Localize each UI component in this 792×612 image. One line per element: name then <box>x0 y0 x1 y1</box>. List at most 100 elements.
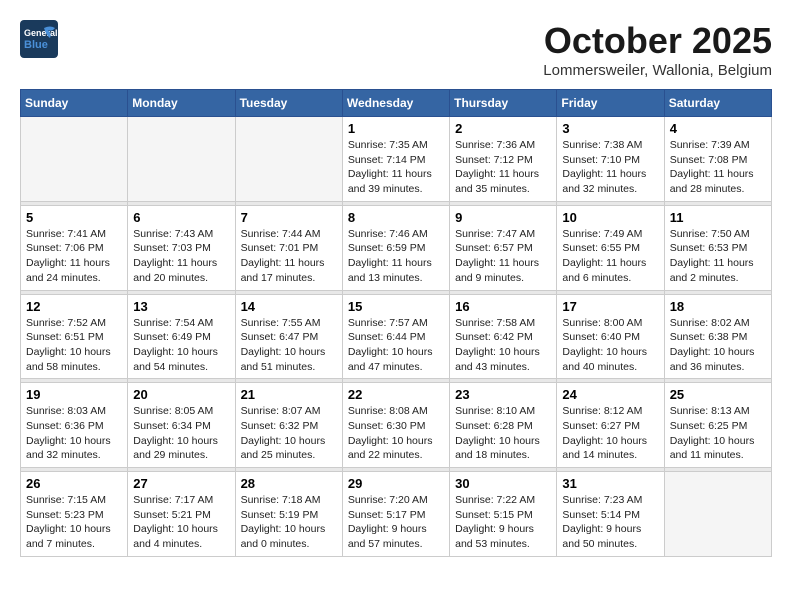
day-info: Sunrise: 8:02 AMSunset: 6:38 PMDaylight:… <box>670 316 766 375</box>
weekday-header-saturday: Saturday <box>664 90 771 117</box>
weekday-header-row: SundayMondayTuesdayWednesdayThursdayFrid… <box>21 90 772 117</box>
day-number: 5 <box>26 210 122 225</box>
day-info: Sunrise: 7:52 AMSunset: 6:51 PMDaylight:… <box>26 316 122 375</box>
calendar-week-row-3: 19 Sunrise: 8:03 AMSunset: 6:36 PMDayligh… <box>21 383 772 468</box>
calendar-cell: 11 Sunrise: 7:50 AMSunset: 6:53 PMDayligh… <box>664 205 771 290</box>
weekday-header-wednesday: Wednesday <box>342 90 449 117</box>
day-number: 31 <box>562 476 658 491</box>
day-info: Sunrise: 7:20 AMSunset: 5:17 PMDaylight:… <box>348 493 444 552</box>
day-info: Sunrise: 8:07 AMSunset: 6:32 PMDaylight:… <box>241 404 337 463</box>
calendar-cell: 2 Sunrise: 7:36 AMSunset: 7:12 PMDaylight… <box>450 117 557 202</box>
calendar-table: SundayMondayTuesdayWednesdayThursdayFrid… <box>20 89 772 557</box>
calendar-cell: 29 Sunrise: 7:20 AMSunset: 5:17 PMDayligh… <box>342 472 449 557</box>
day-number: 11 <box>670 210 766 225</box>
calendar-cell: 6 Sunrise: 7:43 AMSunset: 7:03 PMDaylight… <box>128 205 235 290</box>
day-number: 1 <box>348 121 444 136</box>
day-number: 9 <box>455 210 551 225</box>
calendar-week-row-1: 5 Sunrise: 7:41 AMSunset: 7:06 PMDaylight… <box>21 205 772 290</box>
day-info: Sunrise: 8:03 AMSunset: 6:36 PMDaylight:… <box>26 404 122 463</box>
logo-icon: General Blue <box>20 20 58 58</box>
location: Lommersweiler, Wallonia, Belgium <box>543 62 772 79</box>
day-info: Sunrise: 7:35 AMSunset: 7:14 PMDaylight:… <box>348 138 444 197</box>
day-info: Sunrise: 7:58 AMSunset: 6:42 PMDaylight:… <box>455 316 551 375</box>
day-info: Sunrise: 7:43 AMSunset: 7:03 PMDaylight:… <box>133 227 229 286</box>
day-number: 22 <box>348 387 444 402</box>
day-number: 10 <box>562 210 658 225</box>
day-info: Sunrise: 7:54 AMSunset: 6:49 PMDaylight:… <box>133 316 229 375</box>
day-number: 20 <box>133 387 229 402</box>
calendar-week-row-0: 1 Sunrise: 7:35 AMSunset: 7:14 PMDaylight… <box>21 117 772 202</box>
day-info: Sunrise: 7:41 AMSunset: 7:06 PMDaylight:… <box>26 227 122 286</box>
day-info: Sunrise: 7:46 AMSunset: 6:59 PMDaylight:… <box>348 227 444 286</box>
weekday-header-sunday: Sunday <box>21 90 128 117</box>
day-info: Sunrise: 8:00 AMSunset: 6:40 PMDaylight:… <box>562 316 658 375</box>
logo: General Blue <box>20 20 58 58</box>
day-number: 15 <box>348 299 444 314</box>
day-info: Sunrise: 8:12 AMSunset: 6:27 PMDaylight:… <box>562 404 658 463</box>
day-number: 13 <box>133 299 229 314</box>
calendar-cell: 7 Sunrise: 7:44 AMSunset: 7:01 PMDaylight… <box>235 205 342 290</box>
month-title: October 2025 <box>543 20 772 62</box>
day-info: Sunrise: 7:47 AMSunset: 6:57 PMDaylight:… <box>455 227 551 286</box>
calendar-cell: 18 Sunrise: 8:02 AMSunset: 6:38 PMDayligh… <box>664 294 771 379</box>
day-number: 3 <box>562 121 658 136</box>
day-info: Sunrise: 7:44 AMSunset: 7:01 PMDaylight:… <box>241 227 337 286</box>
day-info: Sunrise: 7:36 AMSunset: 7:12 PMDaylight:… <box>455 138 551 197</box>
day-number: 21 <box>241 387 337 402</box>
day-info: Sunrise: 7:50 AMSunset: 6:53 PMDaylight:… <box>670 227 766 286</box>
day-info: Sunrise: 7:57 AMSunset: 6:44 PMDaylight:… <box>348 316 444 375</box>
day-info: Sunrise: 7:49 AMSunset: 6:55 PMDaylight:… <box>562 227 658 286</box>
calendar-cell <box>21 117 128 202</box>
day-info: Sunrise: 7:38 AMSunset: 7:10 PMDaylight:… <box>562 138 658 197</box>
calendar-cell: 8 Sunrise: 7:46 AMSunset: 6:59 PMDaylight… <box>342 205 449 290</box>
day-number: 7 <box>241 210 337 225</box>
day-number: 30 <box>455 476 551 491</box>
day-number: 2 <box>455 121 551 136</box>
calendar-cell: 27Sunrise: 7:17 AMSunset: 5:21 PMDayligh… <box>128 472 235 557</box>
day-info: Sunrise: 7:55 AMSunset: 6:47 PMDaylight:… <box>241 316 337 375</box>
day-info: Sunrise: 8:10 AMSunset: 6:28 PMDaylight:… <box>455 404 551 463</box>
day-info: Sunrise: 7:23 AMSunset: 5:14 PMDaylight:… <box>562 493 658 552</box>
day-number: 26 <box>26 476 122 491</box>
calendar-cell: 19 Sunrise: 8:03 AMSunset: 6:36 PMDayligh… <box>21 383 128 468</box>
calendar-cell <box>128 117 235 202</box>
day-number: 23 <box>455 387 551 402</box>
calendar-cell <box>664 472 771 557</box>
weekday-header-monday: Monday <box>128 90 235 117</box>
day-info: Sunrise: 8:08 AMSunset: 6:30 PMDaylight:… <box>348 404 444 463</box>
day-number: 29 <box>348 476 444 491</box>
calendar-cell: 1 Sunrise: 7:35 AMSunset: 7:14 PMDaylight… <box>342 117 449 202</box>
day-number: 8 <box>348 210 444 225</box>
calendar-cell: 28Sunrise: 7:18 AMSunset: 5:19 PMDayligh… <box>235 472 342 557</box>
day-info: Sunrise: 7:15 AMSunset: 5:23 PMDaylight:… <box>26 493 122 552</box>
calendar-cell: 24 Sunrise: 8:12 AMSunset: 6:27 PMDayligh… <box>557 383 664 468</box>
title-block: October 2025 Lommersweiler, Wallonia, Be… <box>543 20 772 79</box>
day-number: 12 <box>26 299 122 314</box>
calendar-cell: 13 Sunrise: 7:54 AMSunset: 6:49 PMDayligh… <box>128 294 235 379</box>
calendar-cell <box>235 117 342 202</box>
weekday-header-tuesday: Tuesday <box>235 90 342 117</box>
day-number: 6 <box>133 210 229 225</box>
calendar-cell: 17Sunrise: 8:00 AMSunset: 6:40 PMDayligh… <box>557 294 664 379</box>
day-number: 24 <box>562 387 658 402</box>
calendar-cell: 4Sunrise: 7:39 AMSunset: 7:08 PMDaylight… <box>664 117 771 202</box>
calendar-cell: 10 Sunrise: 7:49 AMSunset: 6:55 PMDayligh… <box>557 205 664 290</box>
day-info: Sunrise: 7:39 AMSunset: 7:08 PMDaylight:… <box>670 138 766 197</box>
weekday-header-thursday: Thursday <box>450 90 557 117</box>
calendar-cell: 30Sunrise: 7:22 AMSunset: 5:15 PMDayligh… <box>450 472 557 557</box>
calendar-cell: 21 Sunrise: 8:07 AMSunset: 6:32 PMDayligh… <box>235 383 342 468</box>
calendar-cell: 20Sunrise: 8:05 AMSunset: 6:34 PMDayligh… <box>128 383 235 468</box>
calendar-week-row-2: 12 Sunrise: 7:52 AMSunset: 6:51 PMDayligh… <box>21 294 772 379</box>
day-number: 28 <box>241 476 337 491</box>
day-number: 19 <box>26 387 122 402</box>
calendar-cell: 15 Sunrise: 7:57 AMSunset: 6:44 PMDayligh… <box>342 294 449 379</box>
calendar-cell: 16Sunrise: 7:58 AMSunset: 6:42 PMDayligh… <box>450 294 557 379</box>
calendar-cell: 22 Sunrise: 8:08 AMSunset: 6:30 PMDayligh… <box>342 383 449 468</box>
calendar-cell: 9 Sunrise: 7:47 AMSunset: 6:57 PMDaylight… <box>450 205 557 290</box>
calendar-cell: 12 Sunrise: 7:52 AMSunset: 6:51 PMDayligh… <box>21 294 128 379</box>
day-info: Sunrise: 7:17 AMSunset: 5:21 PMDaylight:… <box>133 493 229 552</box>
day-number: 14 <box>241 299 337 314</box>
day-number: 18 <box>670 299 766 314</box>
weekday-header-friday: Friday <box>557 90 664 117</box>
calendar-week-row-4: 26 Sunrise: 7:15 AMSunset: 5:23 PMDayligh… <box>21 472 772 557</box>
